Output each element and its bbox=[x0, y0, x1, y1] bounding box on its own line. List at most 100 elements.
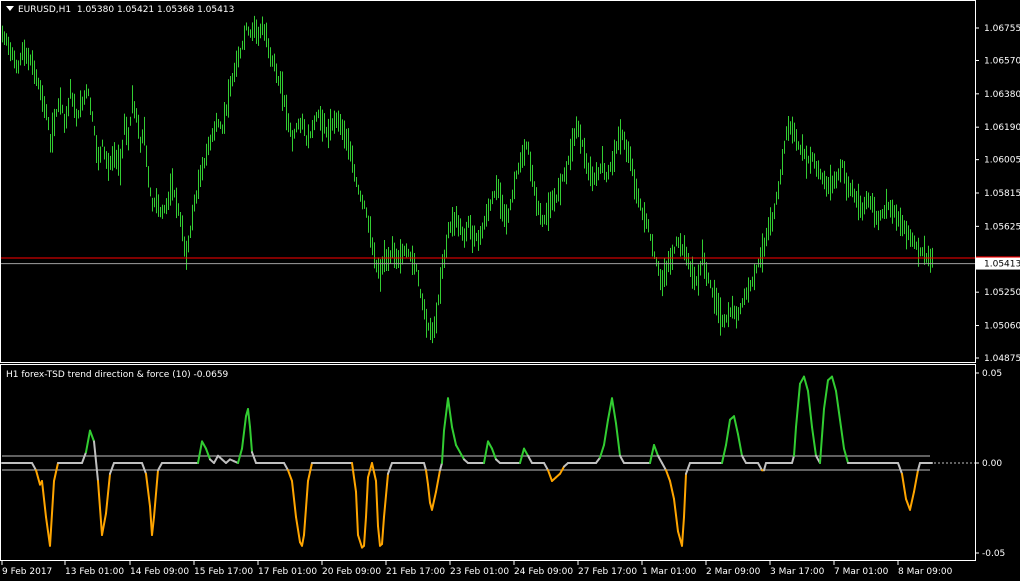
price-tick-label: 1.05815 bbox=[984, 189, 1020, 199]
indicator-segment bbox=[619, 454, 625, 464]
indicator-segment bbox=[93, 440, 99, 482]
indicator-segment bbox=[523, 447, 529, 457]
time-tick-label: 24 Feb 09:00 bbox=[514, 567, 573, 577]
indicator-segment bbox=[483, 440, 489, 464]
indicator-segment bbox=[85, 429, 91, 454]
indicator-segment bbox=[603, 418, 609, 446]
indicator-segment bbox=[685, 462, 691, 475]
indicator-label: H1 forex-TSD trend direction & force (10… bbox=[6, 370, 229, 380]
chart-header: EURUSD,H1 1.05380 1.05421 1.05368 1.0541… bbox=[6, 5, 234, 15]
indicator-segment bbox=[763, 462, 767, 472]
indicator-line bbox=[1, 375, 933, 549]
indicator-segment bbox=[145, 472, 151, 508]
time-tick-label: 17 Feb 01:00 bbox=[258, 567, 317, 577]
indicator-segment bbox=[811, 426, 817, 457]
indicator-segment bbox=[425, 469, 429, 486]
indicator-segment bbox=[251, 451, 257, 464]
indicator-segment bbox=[427, 483, 431, 504]
indicator-segment bbox=[757, 462, 763, 472]
indicator-segment bbox=[611, 397, 617, 425]
indicator-segment bbox=[49, 480, 55, 547]
indicator-segment bbox=[913, 469, 919, 493]
indicator-segment bbox=[351, 462, 357, 493]
indicator-segment bbox=[657, 454, 663, 464]
indicator-tick-label: -0.05 bbox=[982, 549, 1005, 559]
indicator-segment bbox=[355, 490, 359, 536]
indicator-segment bbox=[303, 480, 309, 536]
indicator-header: H1 forex-TSD trend direction & force (10… bbox=[6, 370, 228, 380]
time-axis: 9 Feb 2017 13 Feb 01:00 14 Feb 09:00 15 Feb… bbox=[1, 561, 953, 577]
current-price-label: 1.05413 bbox=[984, 260, 1020, 270]
indicator-segment bbox=[287, 469, 293, 482]
indicator-segment bbox=[439, 462, 443, 472]
indicator-segment bbox=[897, 462, 903, 475]
indicator-segment bbox=[803, 375, 809, 392]
indicator-segment bbox=[665, 469, 671, 482]
indicator-segment bbox=[793, 426, 797, 457]
indicator-segment bbox=[527, 454, 533, 464]
indicator-segment bbox=[97, 480, 103, 536]
indicator-segment bbox=[31, 462, 37, 472]
price-tick-label: 1.06005 bbox=[984, 156, 1020, 166]
price-tick-label: 1.04875 bbox=[984, 354, 1020, 364]
indicator-segment bbox=[901, 472, 907, 500]
time-tick-label: 23 Feb 01:00 bbox=[450, 567, 509, 577]
indicator-segment bbox=[157, 462, 163, 472]
indicator-segment bbox=[241, 415, 247, 450]
indicator-segment bbox=[201, 440, 207, 450]
main-pane-frame bbox=[0, 0, 976, 363]
indicator-segment bbox=[673, 498, 679, 533]
indicator-segment bbox=[455, 444, 461, 454]
indicator-segment bbox=[795, 382, 801, 428]
indicator-segment bbox=[653, 444, 659, 457]
indicator-segment bbox=[141, 462, 147, 475]
time-tick-label: 15 Feb 17:00 bbox=[194, 567, 253, 577]
time-tick-label: 8 Mar 09:00 bbox=[898, 567, 953, 577]
indicator-levels bbox=[2, 455, 975, 471]
indicator-segment bbox=[447, 397, 453, 428]
chart-canvas[interactable]: 1.05413 1.067551.065701.063801.061901.06… bbox=[0, 0, 1020, 581]
time-tick-label: 2 Mar 09:00 bbox=[706, 567, 761, 577]
time-tick-label: 1 Mar 01:00 bbox=[642, 567, 697, 577]
indicator-segment bbox=[295, 516, 301, 544]
red-price-line bbox=[1, 256, 1020, 260]
price-tick-label: 1.05060 bbox=[984, 322, 1020, 332]
indicator-segment bbox=[649, 444, 655, 464]
indicator-segment bbox=[381, 516, 385, 545]
indicator-segment bbox=[435, 469, 441, 493]
indicator-segment bbox=[661, 462, 667, 472]
time-tick-label: 21 Feb 17:00 bbox=[386, 567, 445, 577]
indicator-segment bbox=[839, 418, 845, 450]
indicator-segment bbox=[733, 415, 739, 436]
dropdown-triangle-icon[interactable] bbox=[6, 6, 14, 11]
indicator-segment bbox=[105, 472, 111, 515]
indicator-segment bbox=[487, 440, 493, 450]
indicator-segment bbox=[669, 480, 675, 500]
indicator-segment bbox=[213, 454, 219, 464]
price-tick-label: 1.05250 bbox=[984, 288, 1020, 298]
indicator-segment bbox=[301, 534, 305, 547]
indicator-segment bbox=[109, 462, 115, 475]
indicator-segment bbox=[81, 451, 87, 464]
indicator-segment bbox=[791, 454, 795, 464]
price-tick-label: 1.05625 bbox=[984, 222, 1020, 232]
indicator-segment bbox=[831, 375, 837, 392]
indicator-segment bbox=[247, 408, 251, 428]
indicator-axis: 0.05 0.00 -0.05 bbox=[975, 369, 1005, 559]
indicator-segment bbox=[909, 490, 915, 511]
time-tick-label: 7 Mar 01:00 bbox=[834, 567, 889, 577]
ask-line: 1.05413 bbox=[1, 257, 1020, 270]
symbol-label: EURUSD,H1 bbox=[18, 5, 72, 15]
indicator-segment bbox=[53, 462, 59, 482]
indicator-segment bbox=[35, 469, 41, 486]
indicator-segment bbox=[683, 472, 687, 518]
indicator-segment bbox=[375, 480, 379, 527]
price-tick-label: 1.06380 bbox=[984, 90, 1020, 100]
indicator-segment bbox=[443, 397, 449, 432]
time-tick-label: 13 Feb 01:00 bbox=[65, 567, 124, 577]
indicator-segment bbox=[249, 426, 253, 454]
indicator-segment bbox=[291, 480, 297, 518]
indicator-segment bbox=[363, 516, 367, 547]
indicator-segment bbox=[491, 447, 497, 461]
indicator-segment bbox=[451, 426, 457, 446]
